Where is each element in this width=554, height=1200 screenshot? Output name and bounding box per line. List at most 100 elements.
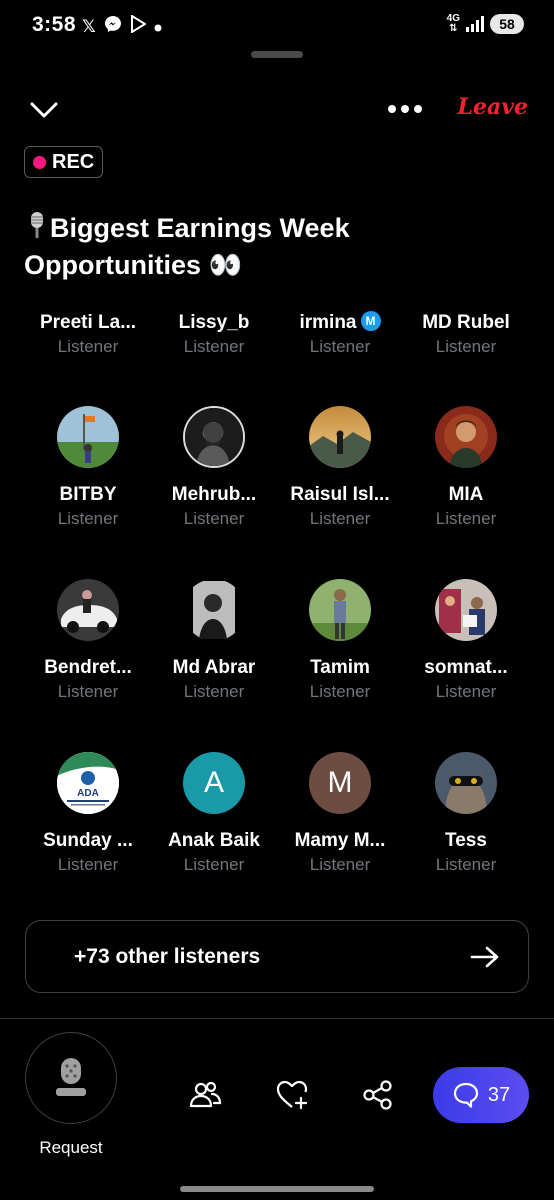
comment-count: 37 [487, 1083, 511, 1106]
studio-microphone-icon [31, 212, 43, 238]
participant-tile[interactable]: Preeti La... Listener [25, 310, 151, 359]
listener-row: Bendret... Listener Md Abrar Listener Ta… [25, 579, 529, 704]
sheet-grabber[interactable] [251, 51, 303, 58]
space-title: Biggest Earnings Week Opportunities 👀 [24, 210, 524, 284]
participant-name: Tess [445, 830, 487, 851]
heart-plus-icon[interactable] [275, 1078, 309, 1112]
participant-tile[interactable]: irmina Listener [277, 310, 403, 359]
recording-dot-icon [33, 155, 46, 169]
participant-tile[interactable]: Mehrub... Listener [151, 406, 277, 531]
verified-badge-icon [360, 311, 381, 331]
participant-name: Md Abrar [172, 657, 256, 678]
collapse-chevron-icon[interactable] [28, 96, 60, 124]
participant-role: Listener [183, 855, 245, 874]
participant-role: Listener [309, 509, 371, 528]
participant-role: Listener [183, 337, 245, 356]
status-time: 3:58 [32, 13, 77, 36]
avatar [57, 406, 119, 468]
participant-tile[interactable]: BITBY Listener [25, 406, 151, 531]
recording-badge: REC [24, 146, 104, 178]
participant-tile[interactable]: Md Abrar Listener [151, 579, 277, 704]
letter-avatar: M [309, 752, 371, 814]
ada-logo-avatar: ADA [57, 752, 119, 814]
listener-row: BITBY Listener Mehrub... Listener Raisul… [25, 406, 529, 531]
participant-tile[interactable]: A Anak Baik Listener [151, 752, 277, 877]
participant-tile[interactable]: ADA Sunday ... Listener [25, 752, 151, 877]
other-listeners-button[interactable]: +73 other listeners [25, 920, 529, 993]
participant-role: Listener [435, 682, 497, 701]
status-right: 4G ⇅ 58 [447, 14, 524, 34]
comment-bubble-icon [453, 1082, 478, 1108]
status-bar: 3:58 𝕏 4G ⇅ 58 [0, 0, 554, 52]
participant-tile[interactable]: Raisul Isl... Listener [277, 406, 403, 531]
participant-name: BITBY [59, 484, 117, 505]
participant-name: Tamim [310, 657, 370, 678]
battery-indicator: 58 [490, 14, 524, 34]
signal-icon [466, 16, 484, 32]
listener-row: ADA Sunday ... Listener A Anak Baik List… [25, 752, 529, 877]
participant-name: Raisul Isl... [290, 484, 390, 505]
network-indicator: 4G ⇅ [446, 13, 460, 34]
participant-tile[interactable]: somnat... Listener [403, 579, 529, 704]
arrow-right-icon [470, 946, 499, 967]
other-listeners-label: +73 other listeners [74, 944, 261, 968]
avatar [435, 579, 497, 641]
participant-tile[interactable]: MIA Listener [403, 406, 529, 531]
participant-role: Listener [183, 682, 245, 701]
participant-role: Listener [309, 337, 371, 356]
participant-name: Sunday ... [43, 830, 133, 851]
participant-role: Listener [57, 855, 119, 874]
participant-name: Anak Baik [168, 830, 260, 851]
participant-role: Listener [435, 337, 497, 356]
home-indicator [180, 1186, 374, 1192]
people-icon[interactable] [188, 1078, 222, 1112]
avatar [309, 406, 371, 468]
participant-name: Mehrub... [171, 484, 257, 505]
comments-button[interactable]: 37 [433, 1067, 529, 1123]
request-mic-button[interactable] [25, 1032, 117, 1124]
dot-icon [154, 17, 162, 37]
participant-role: Listener [183, 509, 245, 528]
leave-button[interactable]: Leave [457, 94, 528, 120]
participant-role: Listener [57, 509, 119, 528]
recording-label: REC [52, 150, 95, 173]
request-label: Request [39, 1138, 103, 1157]
ada-logo-text: ADA [77, 788, 99, 799]
space-title-line2: Opportunities 👀 [24, 250, 243, 280]
avatar [435, 406, 497, 468]
participant-name: Lissy_b [178, 312, 250, 333]
play-store-icon [130, 14, 147, 38]
participant-role: Listener [435, 509, 497, 528]
participant-role: Listener [309, 682, 371, 701]
participant-name: somnat... [424, 657, 508, 678]
participant-name: Preeti La... [39, 312, 137, 333]
bottom-divider [0, 1018, 554, 1019]
share-icon[interactable] [361, 1078, 395, 1112]
microphone-icon [56, 1058, 86, 1096]
avatar [183, 406, 245, 468]
avatar [183, 579, 245, 641]
participant-name: irmina [277, 310, 403, 335]
participant-tile[interactable]: Lissy_b Listener [151, 310, 277, 359]
participant-tile[interactable]: Bendret... Listener [25, 579, 151, 704]
participant-name: MD Rubel [422, 312, 510, 333]
participant-role: Listener [435, 855, 497, 874]
avatar [309, 579, 371, 641]
participant-tile[interactable]: Tamim Listener [277, 579, 403, 704]
letter-avatar: A [183, 752, 245, 814]
participant-tile[interactable]: M Mamy M... Listener [277, 752, 403, 877]
participant-tile[interactable]: MD Rubel Listener [403, 310, 529, 359]
messenger-icon [104, 15, 122, 38]
participant-tile[interactable]: Tess Listener [403, 752, 529, 877]
notification-icons: 𝕏 [82, 14, 162, 38]
avatar [435, 752, 497, 814]
participant-role: Listener [57, 337, 119, 356]
x-logo-icon: 𝕏 [82, 16, 96, 36]
more-options-icon[interactable] [388, 100, 424, 118]
space-title-line1: Biggest Earnings Week [50, 213, 350, 243]
listener-row-top: Preeti La... Listener Lissy_b Listener i… [25, 310, 529, 359]
participant-name: Mamy M... [294, 830, 386, 851]
participant-name: Bendret... [44, 657, 132, 678]
participant-role: Listener [309, 855, 371, 874]
participant-name: MIA [448, 484, 484, 505]
